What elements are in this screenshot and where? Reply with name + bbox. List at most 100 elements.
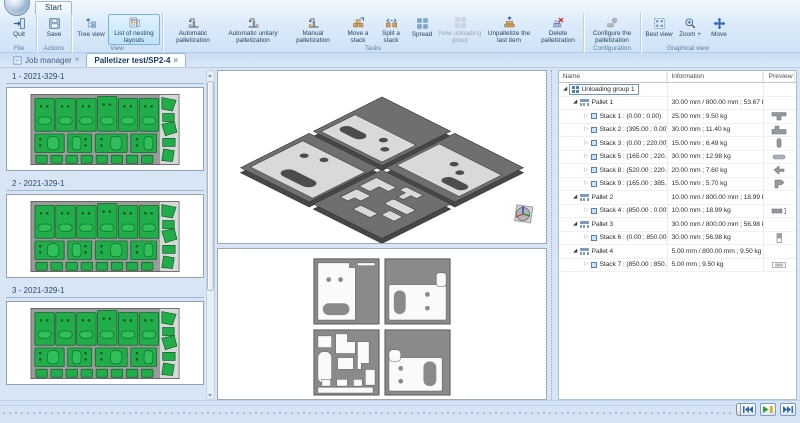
row-information: 30.00 mm ; 56.98 kg xyxy=(667,232,763,245)
pallet-3d-view[interactable] xyxy=(217,70,547,244)
row-preview xyxy=(763,232,795,245)
layout-thumbnail-item[interactable]: 1 - 2021-329-1 xyxy=(6,70,204,171)
best-view-button[interactable]: Best view xyxy=(643,14,675,45)
expander-icon[interactable] xyxy=(583,110,590,123)
expander-icon[interactable] xyxy=(583,204,590,217)
table-row-pallet-4[interactable]: Pallet 4 5.00 mm / 800.00 mm ; 9.50 kg /… xyxy=(559,245,796,259)
button-label: Zoom + xyxy=(679,31,701,38)
row-name: Stack 2 : (395.00 ; 0.00) xyxy=(600,123,667,136)
layout-preview[interactable] xyxy=(6,301,204,385)
pallet-icon xyxy=(580,194,589,201)
row-preview xyxy=(763,83,795,96)
table-row-stack-3[interactable]: Stack 3 : (0.00 ; 220.00) 15.00 mm ; 6.4… xyxy=(559,137,796,151)
left-panel-scrollbar[interactable] xyxy=(206,70,215,400)
configure-palletization-icon xyxy=(606,16,619,29)
manual-palletization-button[interactable]: Manual palletization xyxy=(285,14,341,45)
pallet-2d-view[interactable] xyxy=(217,248,547,400)
row-information: 5.00 mm / 800.00 mm ; 9.50 kg /... xyxy=(667,245,763,258)
table-row-stack-4[interactable]: Stack 4 : (850.00 ; 0.00) 10.00 mm ; 18.… xyxy=(559,205,796,219)
expander-icon[interactable] xyxy=(583,150,590,163)
close-icon[interactable] xyxy=(75,56,80,64)
arrow-down-icon xyxy=(208,394,212,397)
unloading-group-icon xyxy=(572,86,579,93)
table-row-pallet-1[interactable]: Pallet 1 30.00 mm / 800.00 mm ; 53.67 k.… xyxy=(559,97,796,111)
expander-icon[interactable] xyxy=(583,258,590,271)
stack-icon xyxy=(591,235,597,241)
table-row-stack-9[interactable]: Stack 9 : (165.00 ; 385... 15.00 mm ; 5.… xyxy=(559,178,796,192)
table-row-pallet-2[interactable]: Pallet 2 10.00 mm / 800.00 mm ; 18.99 k.… xyxy=(559,191,796,205)
table-row-pallet-3[interactable]: Pallet 3 30.00 mm / 800.00 mm ; 56.98 k.… xyxy=(559,218,796,232)
quit-button[interactable]: Quit xyxy=(4,14,34,45)
configure-palletization-button[interactable]: Configure the palletization xyxy=(586,14,638,45)
scroll-up-button[interactable] xyxy=(207,71,214,79)
expander-icon[interactable] xyxy=(572,218,579,231)
stack-icon xyxy=(591,181,597,187)
expander-icon[interactable] xyxy=(583,177,590,190)
job-manager-icon xyxy=(13,56,22,65)
button-label: Best view xyxy=(645,31,672,38)
close-icon[interactable] xyxy=(173,57,178,65)
play-pause-button[interactable] xyxy=(760,403,776,416)
button-label: Automatic unitary palletization xyxy=(222,30,284,44)
expander-icon[interactable] xyxy=(572,245,579,258)
layout-thumbnail-item[interactable]: 3 - 2021-329-1 xyxy=(6,284,204,385)
table-row-stack-1[interactable]: Stack 1 : (0.00 ; 0.00) 25.00 mm ; 9.50 … xyxy=(559,110,796,124)
expander-icon[interactable] xyxy=(583,231,590,244)
expander-icon[interactable] xyxy=(562,83,569,96)
ribbon-group-label: Configuration xyxy=(586,45,638,53)
tab-palletizer-test[interactable]: Palletizer test/SP2-4 xyxy=(86,53,186,67)
best-view-icon xyxy=(653,16,666,30)
timeline-track[interactable] xyxy=(0,405,741,406)
split-a-stack-button[interactable]: Split a stack xyxy=(375,14,407,45)
scroll-down-button[interactable] xyxy=(207,391,214,399)
layout-preview[interactable] xyxy=(6,87,204,171)
layout-preview[interactable] xyxy=(6,194,204,278)
row-name: Unloading group 1 xyxy=(582,83,635,96)
expander-icon[interactable] xyxy=(572,191,579,204)
row-name: Pallet 3 xyxy=(592,218,613,231)
skip-to-end-button[interactable] xyxy=(780,403,796,416)
table-row-stack-8[interactable]: Stack 8 : (520.00 ; 220... 20.00 mm ; 7.… xyxy=(559,164,796,178)
delete-palletization-button[interactable]: Delete palletization xyxy=(535,14,581,45)
skip-to-start-icon xyxy=(743,406,753,413)
column-header-information[interactable]: Information xyxy=(667,71,763,82)
table-row-stack-2[interactable]: Stack 2 : (395.00 ; 0.00) 30.00 mm ; 11.… xyxy=(559,124,796,138)
skip-to-start-button[interactable] xyxy=(740,403,756,416)
automatic-unitary-palletization-button[interactable]: Automatic unitary palletization xyxy=(221,14,285,45)
panel-splitter[interactable] xyxy=(551,70,556,400)
tree-view-button[interactable]: Tree view xyxy=(74,14,108,45)
move-view-button[interactable]: Move xyxy=(705,14,733,45)
layout-title: 1 - 2021-329-1 xyxy=(6,70,204,84)
table-row-stack-5[interactable]: Stack 5 : (165.00 ; 220... 30.00 mm ; 12… xyxy=(559,151,796,165)
expander-icon[interactable] xyxy=(583,137,590,150)
move-a-stack-button[interactable]: Move a stack xyxy=(341,14,375,45)
expander-icon[interactable] xyxy=(572,96,579,109)
button-label: Split a stack xyxy=(376,30,406,44)
row-name: Stack 6 : (0.00 ; 850.00) xyxy=(600,231,667,244)
row-information: 30.00 mm ; 12.98 kg xyxy=(667,151,763,164)
button-label: Quit xyxy=(13,31,25,38)
table-row-stack-6[interactable]: Stack 6 : (0.00 ; 850.00) 30.00 mm ; 56.… xyxy=(559,232,796,246)
row-name: Pallet 2 xyxy=(592,191,613,204)
ribbon-tab-start[interactable]: Start xyxy=(35,1,72,14)
table-row-stack-7[interactable]: Stack 7 : (850.00 ; 850... 5.00 mm ; 9.5… xyxy=(559,259,796,273)
save-button[interactable]: Save xyxy=(39,14,69,45)
expander-icon[interactable] xyxy=(583,164,590,177)
expander-icon[interactable] xyxy=(583,123,590,136)
ribbon-group-label: View xyxy=(74,45,160,53)
new-unloading-group-button[interactable]: New unloading group xyxy=(437,14,483,45)
unpalletize-last-item-button[interactable]: Unpalletize the last item xyxy=(483,14,535,45)
scrollbar-thumb[interactable] xyxy=(207,81,214,291)
column-header-preview[interactable]: Preview xyxy=(763,71,795,82)
column-header-name[interactable]: Name xyxy=(559,71,667,82)
spread-button[interactable]: Spread xyxy=(407,14,437,45)
row-information: 15.00 mm ; 5.70 kg xyxy=(667,178,763,191)
layout-thumbnail-item[interactable]: 2 - 2021-329-1 xyxy=(6,177,204,278)
automatic-palletization-button[interactable]: Automatic palletization xyxy=(165,14,221,45)
table-row-unloading-group-1[interactable]: Unloading group 1 xyxy=(559,83,796,97)
list-of-nesting-layouts-button[interactable]: List of nesting layouts xyxy=(108,14,160,45)
ribbon-group-graphical-view: Best view Zoom + Move Graphical view xyxy=(640,13,735,53)
zoom-plus-button[interactable]: Zoom + xyxy=(675,14,705,45)
ribbon-group-tasks: Automatic palletization Automatic unitar… xyxy=(162,13,583,53)
tab-job-manager[interactable]: Job manager xyxy=(6,53,86,67)
